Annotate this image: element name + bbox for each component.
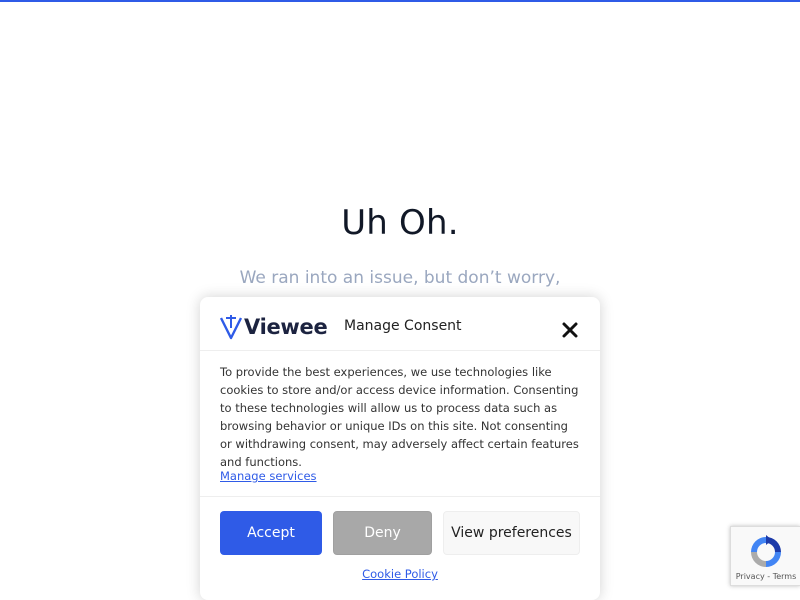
error-message: We ran into an issue, but don’t worry, [239,268,561,288]
recaptcha-links: Privacy - Terms [731,572,800,581]
viewee-logo-icon [220,315,242,340]
consent-dialog: Viewee Manage Consent To provide the bes… [200,297,600,600]
brand-name: Viewee [244,315,328,339]
divider [200,496,600,497]
recaptcha-privacy-link[interactable]: Privacy [736,572,765,581]
page-title: Uh Oh. [341,203,459,243]
cookie-policy-link[interactable]: Cookie Policy [200,567,600,581]
consent-body-text: To provide the best experiences, we use … [220,365,579,469]
consent-title: Manage Consent [344,318,462,334]
close-icon[interactable] [560,320,580,340]
accept-button[interactable]: Accept [220,511,322,555]
recaptcha-icon [751,535,781,567]
deny-button[interactable]: Deny [333,511,432,555]
manage-services-link[interactable]: Manage services [220,469,317,483]
recaptcha-separator: - [764,572,773,581]
recaptcha-terms-link[interactable]: Terms [773,572,797,581]
brand-logo: Viewee [220,314,328,340]
recaptcha-badge[interactable]: Privacy - Terms [730,526,800,586]
consent-header: Viewee Manage Consent [200,297,600,351]
top-accent-bar [0,0,800,2]
view-preferences-button[interactable]: View preferences [443,511,580,555]
